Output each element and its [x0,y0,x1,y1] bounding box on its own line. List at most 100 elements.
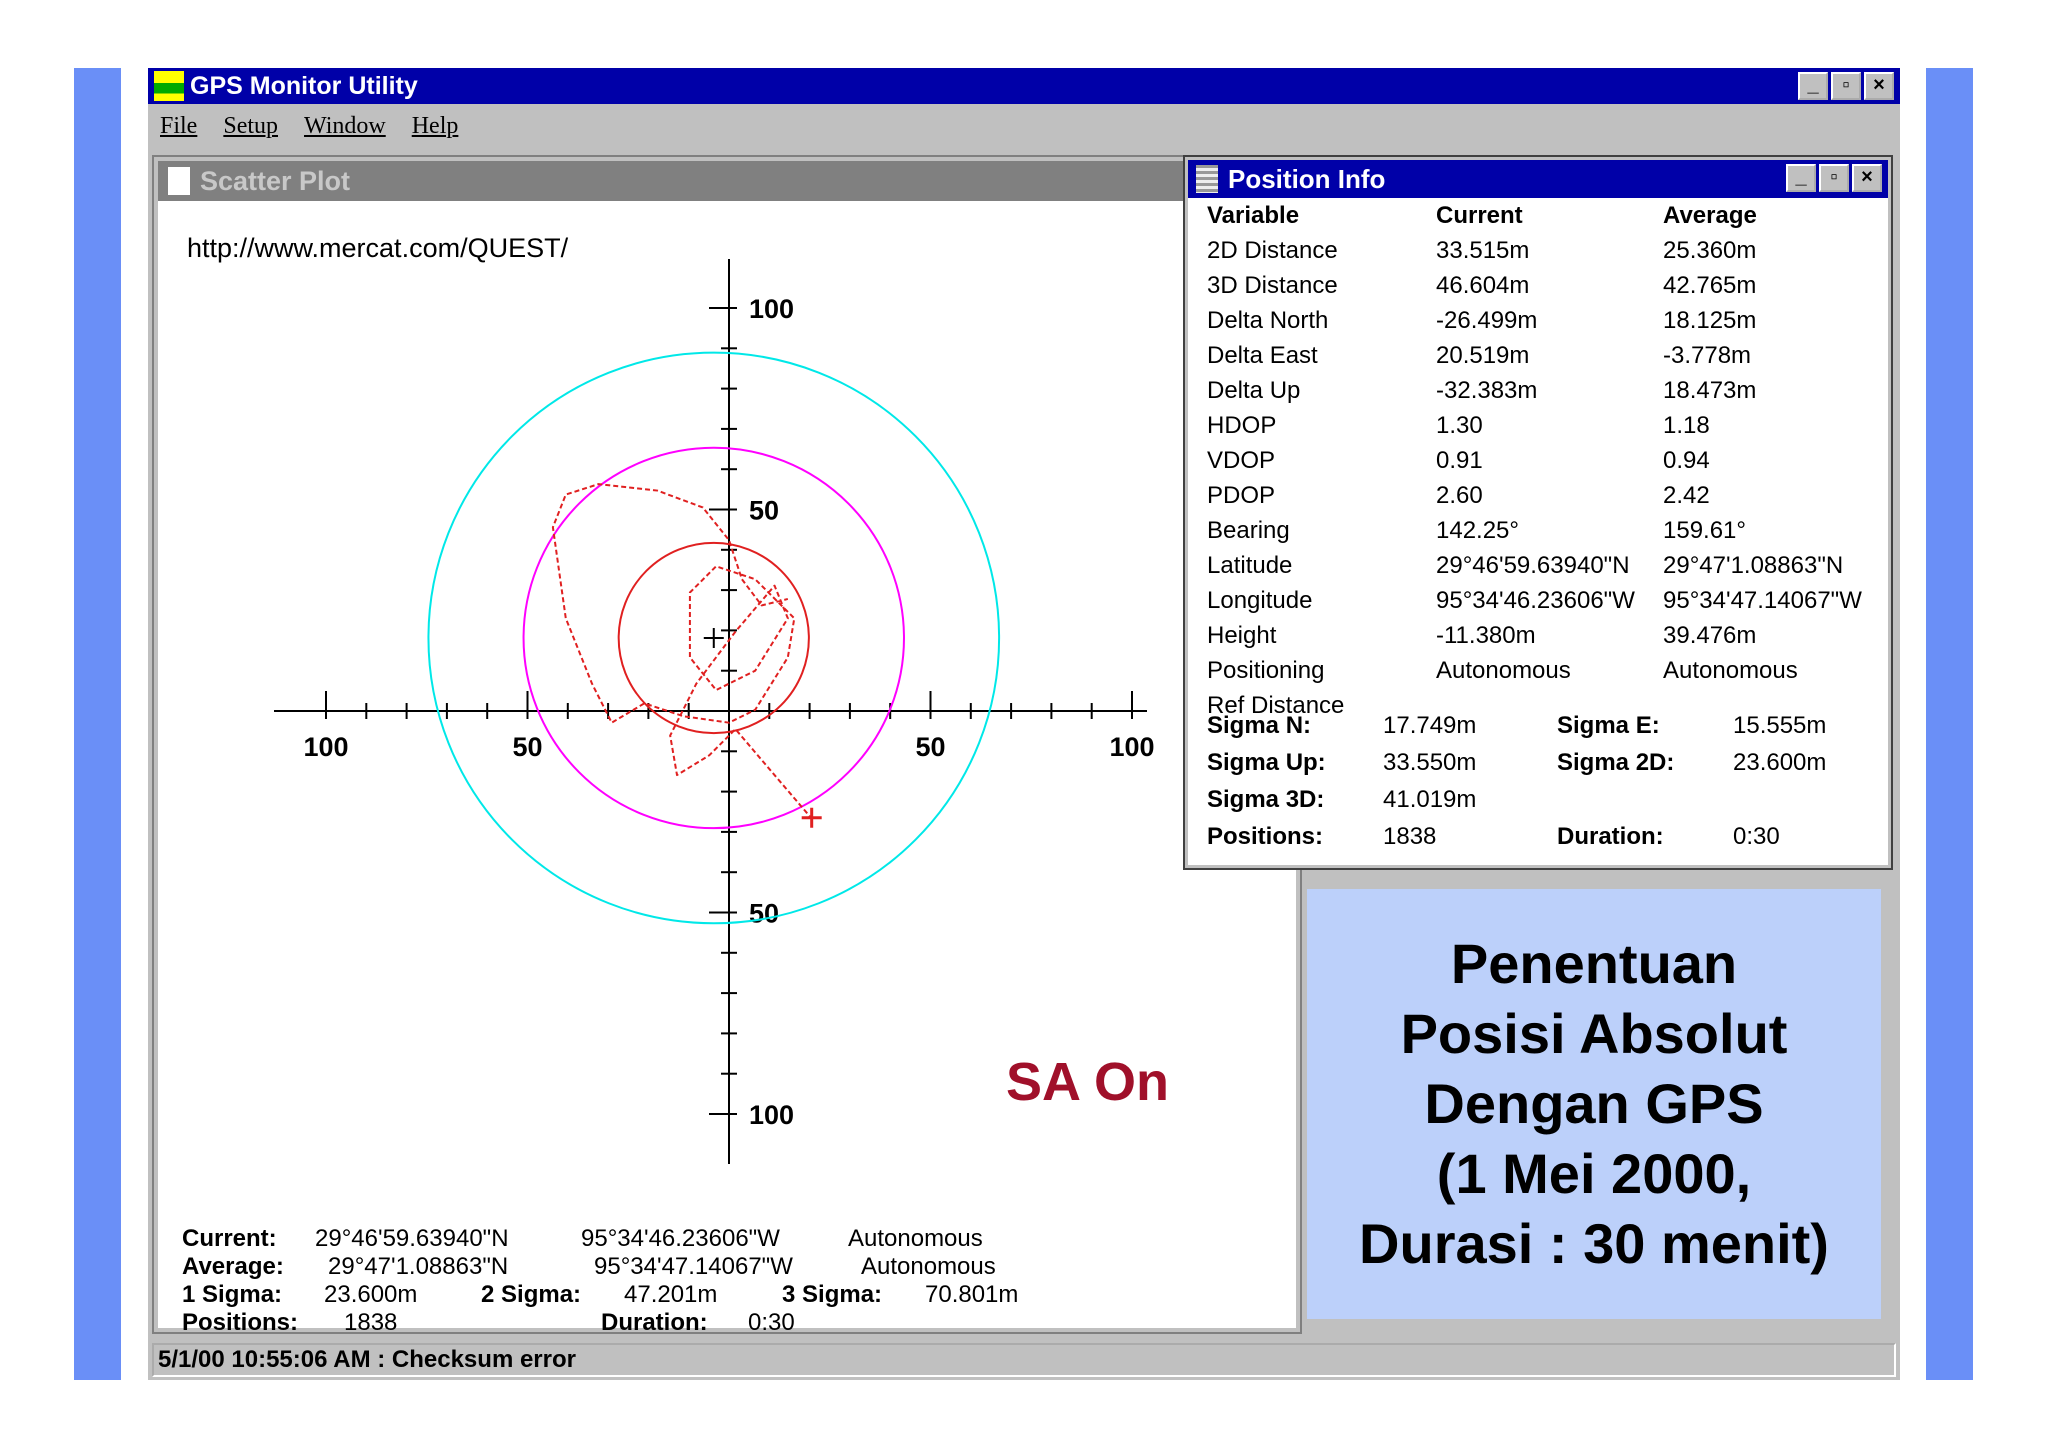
gps-monitor-window: GPS Monitor Utility _ ▫ × File Setup Win… [148,68,1900,1380]
cell-value: 2.42 [1663,482,1710,509]
current-lat: 29°46'59.63940"N [315,1225,509,1252]
cell-value: 29°46'59.63940"N [1436,552,1630,579]
close-button[interactable]: × [1864,72,1894,100]
sigma-label: Sigma E: [1557,712,1660,739]
position-info-title: Position Info [1228,163,1386,194]
sigma1-label: 1 Sigma: [182,1281,283,1308]
cell-value: 39.476m [1663,622,1757,649]
cell-value: 1.18 [1663,412,1710,439]
menu-window[interactable]: Window [304,113,386,140]
variable-name: Positioning [1207,657,1325,684]
cell-value: 33.515m [1436,237,1530,264]
caption-line: (1 Mei 2000, [1436,1142,1752,1205]
menu-help[interactable]: Help [412,113,459,140]
duration-label: Duration: [601,1309,708,1336]
caption-line: Penentuan [1450,932,1738,995]
sigma-label: Sigma N: [1207,712,1312,739]
sigma-label: Positions: [1207,823,1324,850]
cell-value: -11.380m [1436,622,1536,649]
cell-value: 46.604m [1436,272,1530,299]
cell-value: 0.94 [1663,447,1710,474]
sigma-label: Sigma 3D: [1207,786,1325,813]
minimize-button[interactable]: _ [1786,164,1816,192]
variable-name: Latitude [1207,552,1293,579]
caption-line: Dengan GPS [1424,1072,1764,1135]
sigma-value: 41.019m [1383,786,1477,813]
cell-value: 42.765m [1663,272,1757,299]
status-bar: 5/1/00 10:55:06 AM : Checksum error [152,1343,1896,1377]
position-track [551,483,814,821]
variable-name: PDOP [1207,482,1276,509]
sigma3-label: 3 Sigma: [782,1281,883,1308]
sigma2-value: 47.201m [624,1281,718,1308]
scatter-plot-window: Scatter Plot http://www.mercat.com/QUEST… [152,155,1302,1336]
duration-value: 0:30 [748,1309,795,1336]
sigma1-value: 23.600m [324,1281,418,1308]
position-info-window: Position Info _ ▫ × Variable Current Avera… [1183,155,1893,870]
cell-value: -3.778m [1663,342,1752,369]
position-info-titlebar[interactable]: Position Info _ ▫ × [1188,160,1888,198]
left-decor-bar [74,68,121,1380]
cell-value: 142.25° [1436,517,1520,544]
current-label: Current: [182,1225,277,1252]
y-tick-label: 50 [749,496,779,526]
average-lon: 95°34'47.14067"W [594,1253,793,1280]
column-header: Variable [1207,202,1300,229]
average-mode: Autonomous [861,1253,996,1280]
variable-name: HDOP [1207,412,1277,439]
cell-value: 159.61° [1663,517,1747,544]
close-button[interactable]: × [1852,164,1882,192]
variable-name: Height [1207,622,1277,649]
variable-name: Bearing [1207,517,1290,544]
y-tick-label: 50 [749,899,779,929]
cell-value: 18.473m [1663,377,1757,404]
cell-value: 0.91 [1436,447,1483,474]
x-tick-label: 50 [915,732,945,762]
average-label: Average: [182,1253,284,1280]
variable-name: VDOP [1207,447,1276,474]
sigma-value: 17.749m [1383,712,1477,739]
cell-value: Autonomous [1436,657,1571,684]
positions-label: Positions: [182,1309,299,1336]
variable-name: Delta Up [1207,377,1301,404]
sigma-value: 23.600m [1733,749,1827,776]
menu-setup[interactable]: Setup [223,113,278,140]
sigma-label: Sigma 2D: [1557,749,1675,776]
right-decor-bar [1926,68,1973,1380]
column-header: Current [1436,202,1523,229]
menu-file[interactable]: File [160,113,197,140]
cell-value: 95°34'46.23606"W [1436,587,1635,614]
sigma-value: 15.555m [1733,712,1827,739]
x-tick-label: 100 [303,732,348,762]
scatter-plot: 100 50 50 100 100 50 50 100 [274,259,1155,1164]
sigma-label: Duration: [1557,823,1664,850]
cell-value: 1.30 [1436,412,1483,439]
restore-button[interactable]: ▫ [1831,72,1861,100]
cell-value: 95°34'47.14067"W [1663,587,1862,614]
variable-name: Delta North [1207,307,1329,334]
sigma3-value: 70.801m [925,1281,1019,1308]
current-lon: 95°34'46.23606"W [581,1225,780,1252]
sigma-value: 0:30 [1733,823,1780,850]
cell-value: 25.360m [1663,237,1757,264]
app-title: GPS Monitor Utility [190,71,418,100]
cell-value: -26.499m [1436,307,1538,334]
maximize-button[interactable]: ▫ [1819,164,1849,192]
sigma-value: 1838 [1383,823,1437,850]
y-tick-label: 100 [749,1100,794,1130]
menu-bar: File Setup Window Help [148,106,1900,146]
minimize-button[interactable]: _ [1798,72,1828,100]
caption-line: Posisi Absolut [1400,1002,1788,1065]
average-position-marker [703,627,724,648]
window-icon [1196,165,1218,193]
y-tick-label: 100 [749,294,794,324]
cell-value: 20.519m [1436,342,1530,369]
x-tick-label: 100 [1109,732,1154,762]
variable-name: 3D Distance [1207,272,1338,299]
sigma2-label: 2 Sigma: [481,1281,582,1308]
caption-line: Durasi : 30 menit) [1359,1212,1829,1275]
cell-value: Autonomous [1663,657,1798,684]
positions-value: 1838 [344,1309,398,1336]
app-titlebar: GPS Monitor Utility _ ▫ × [148,68,1900,104]
sigma-value: 33.550m [1383,749,1477,776]
